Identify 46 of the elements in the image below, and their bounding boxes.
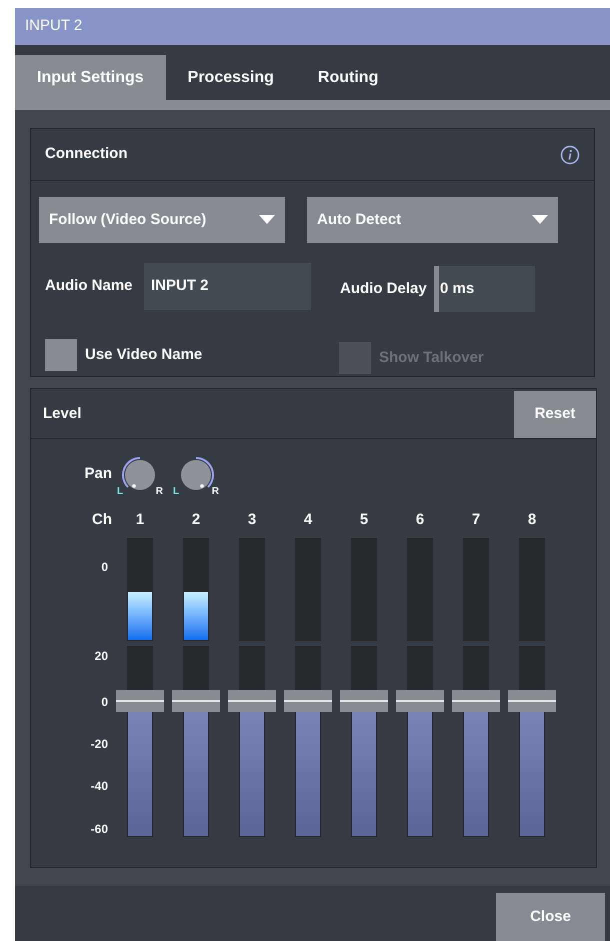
channel-number: 6	[416, 510, 424, 530]
panel-title: Connection	[45, 144, 128, 164]
channel-label: Ch	[92, 510, 112, 530]
left-label: L	[173, 487, 180, 497]
scale-label: 20	[94, 650, 108, 662]
dropdown[interactable]: Auto Detect	[307, 197, 558, 243]
title-bar: INPUT 2	[15, 8, 610, 45]
channel-number: 7	[472, 510, 480, 530]
left-label: L	[117, 487, 124, 497]
right-label: R	[212, 487, 219, 497]
channel-number: 8	[528, 510, 536, 530]
fader-handle[interactable]	[228, 690, 276, 712]
close-button[interactable]: Close	[496, 893, 605, 941]
channel-number: 4	[304, 510, 312, 530]
fader-handle[interactable]	[284, 690, 332, 712]
panel-title: Level	[43, 404, 82, 424]
audio-name-field[interactable]: INPUT 2	[144, 262, 311, 310]
fader-handle[interactable]	[340, 690, 388, 712]
scale-label: -60	[90, 823, 108, 835]
channel-number: 5	[360, 510, 368, 530]
fader-handle[interactable]	[452, 690, 500, 712]
caret-icon	[259, 215, 275, 225]
channel-number: 1	[136, 510, 144, 530]
pan-label: Pan	[84, 464, 112, 484]
caret-icon	[532, 215, 548, 225]
checkbox[interactable]	[45, 339, 77, 371]
tab[interactable]: Input Settings	[15, 55, 166, 100]
audio-delay-field[interactable]: 0 ms	[434, 266, 535, 312]
channel-number: 2	[192, 510, 200, 530]
info-icon[interactable]	[560, 144, 580, 164]
reset-button[interactable]: Reset	[514, 391, 596, 438]
slider-thumb[interactable]	[434, 266, 439, 312]
right-label: R	[156, 487, 163, 497]
scale-label: 0	[101, 696, 108, 708]
scale-label: -40	[90, 780, 108, 792]
fader-handle[interactable]	[508, 690, 556, 712]
channel-number: 3	[248, 510, 256, 530]
fader-handle[interactable]	[116, 690, 164, 712]
checkbox-label: Use Video Name	[85, 344, 202, 365]
field-label: Audio Delay	[340, 278, 428, 299]
scale-label: -20	[90, 738, 108, 750]
fader-handle[interactable]	[172, 690, 220, 712]
scale-label: 0	[101, 561, 108, 573]
dropdown[interactable]: Follow (Video Source)	[39, 197, 285, 243]
fader-handle[interactable]	[396, 690, 444, 712]
field-label: Audio Name	[45, 276, 134, 296]
